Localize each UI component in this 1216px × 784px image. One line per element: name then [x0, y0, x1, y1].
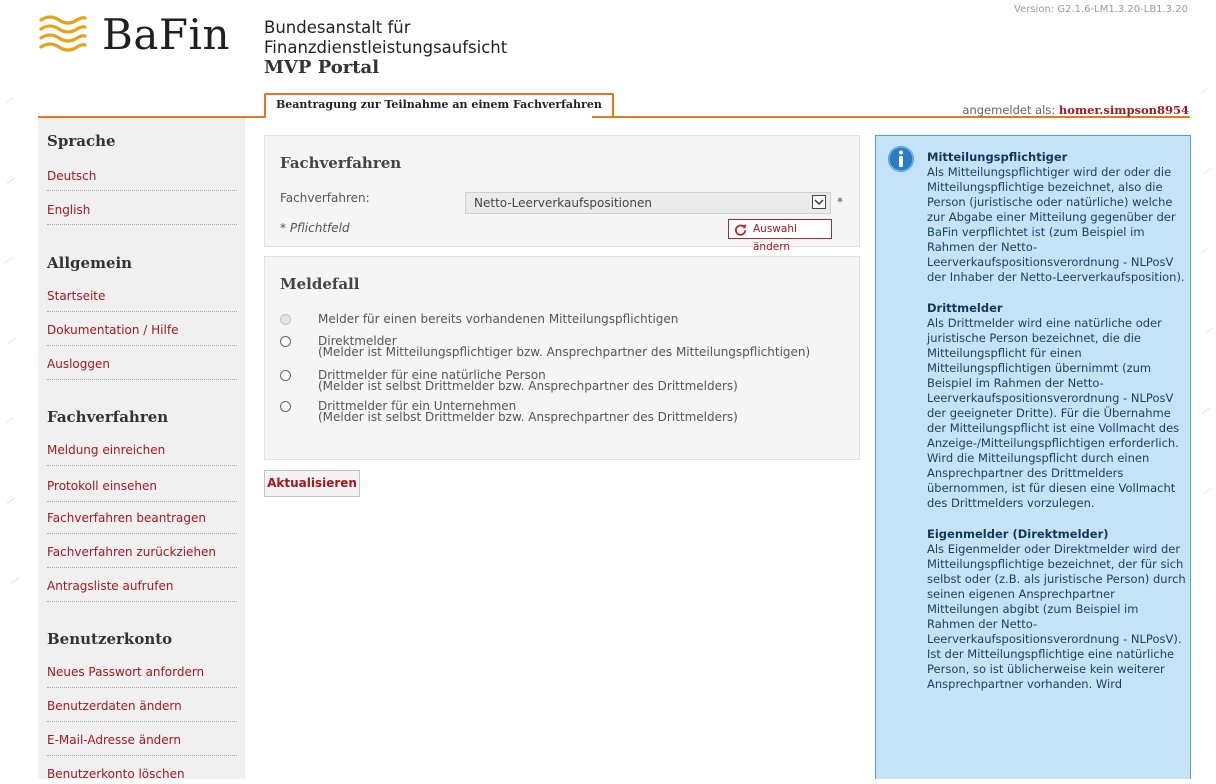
sidebar-section-allgemein: Allgemein — [47, 254, 133, 272]
organization-title: Bundesanstalt für Finanzdienstleistungsa… — [264, 18, 507, 78]
sidebar-item-protokoll-einsehen[interactable]: Protokoll einsehen — [47, 476, 237, 496]
info-text-drittmelder: Als Drittmelder wird eine natürliche ode… — [927, 316, 1180, 510]
option-drittmelder-unternehmen: Drittmelder für ein Unternehmen (Melder … — [318, 399, 738, 424]
required-note: * Pflichtfeld — [280, 221, 350, 235]
sidebar-section-sprache: Sprache — [47, 132, 116, 150]
sidebar-section-benutzerkonto: Benutzerkonto — [47, 630, 173, 648]
info-text-mitteilungspflichtiger: Als Mitteilungspflichtiger wird der oder… — [927, 165, 1185, 284]
fachverfahren-panel: Fachverfahren Fachverfahren: Netto-Leerv… — [264, 135, 860, 253]
chevron-down-icon[interactable] — [812, 195, 826, 209]
portal-name: MVP Portal — [264, 57, 380, 78]
fachverfahren-selected-value: Netto-Leerverkaufspositionen — [474, 196, 652, 210]
logged-in-label: angemeldet als: — [962, 103, 1056, 117]
info-icon — [888, 146, 914, 172]
sidebar-item-fachverfahren-beantragen[interactable]: Fachverfahren beantragen — [47, 508, 237, 528]
change-selection-button[interactable]: Auswahl ändern — [728, 219, 832, 253]
update-button[interactable]: Aktualisieren — [264, 470, 360, 497]
fachverfahren-select[interactable]: Netto-Leerverkaufspositionen — [465, 192, 831, 214]
info-text-eigenmelder: Als Eigenmelder oder Direktmelder wird d… — [927, 542, 1186, 691]
login-status: angemeldet als: homer.simpson8954 — [962, 103, 1189, 117]
change-selection-label: Auswahl ändern — [753, 223, 797, 253]
org-line-2: Finanzdienstleistungsaufsicht — [264, 38, 508, 57]
sidebar-section-fachverfahren: Fachverfahren — [47, 408, 169, 426]
sidebar-item-fachverfahren-zurueckziehen[interactable]: Fachverfahren zurückziehen — [47, 542, 237, 562]
fachverfahren-title: Fachverfahren — [280, 154, 402, 172]
sidebar-item-deutsch[interactable]: Deutsch — [47, 166, 237, 186]
tab-beantragung[interactable]: Beantragung zur Teilnahme an einem Fachv… — [264, 93, 614, 116]
bafin-waves-icon — [39, 15, 87, 52]
fachverfahren-label: Fachverfahren: — [280, 191, 370, 205]
version-info: Version: G2.1.6-LM1.3.20-LB1.3.20 — [1014, 4, 1188, 15]
sidebar-item-startseite[interactable]: Startseite — [47, 286, 237, 306]
meldefall-panel: Meldefall Melder für einen bereits vorha… — [264, 256, 860, 460]
sidebar-item-neues-passwort[interactable]: Neues Passwort anfordern — [47, 662, 237, 682]
option-bestehender-melder: Melder für einen bereits vorhandenen Mit… — [318, 312, 679, 326]
sidebar-item-dokumentation[interactable]: Dokumentation / Hilfe — [47, 320, 237, 340]
required-marker: * — [837, 195, 843, 209]
sidebar-item-antragsliste[interactable]: Antragsliste aufrufen — [47, 576, 237, 596]
sidebar-item-english[interactable]: English — [47, 200, 237, 220]
sidebar-item-email-aendern[interactable]: E-Mail-Adresse ändern — [47, 730, 237, 750]
info-panel: Mitteilungspflichtiger Als Mitteilungspf… — [875, 135, 1191, 779]
info-heading-mitteilungspflichtiger: Mitteilungspflichtiger — [927, 150, 1068, 164]
logo-text: BaFin — [102, 10, 231, 59]
sidebar-item-benutzerdaten[interactable]: Benutzerdaten ändern — [47, 696, 237, 716]
username-link[interactable]: homer.simpson8954 — [1059, 103, 1189, 117]
sidebar-item-ausloggen[interactable]: Ausloggen — [47, 354, 237, 374]
info-heading-drittmelder: Drittmelder — [927, 301, 1003, 315]
refresh-icon — [734, 224, 747, 236]
radio-bestehender-melder[interactable] — [280, 314, 291, 325]
sidebar-item-meldung-einreichen[interactable]: Meldung einreichen — [47, 440, 237, 460]
info-heading-eigenmelder: Eigenmelder (Direktmelder) — [927, 527, 1109, 541]
sidebar-item-konto-loeschen[interactable]: Benutzerkonto löschen — [47, 764, 237, 784]
radio-direktmelder[interactable] — [280, 336, 291, 347]
meldefall-title: Meldefall — [280, 275, 360, 293]
option-drittmelder-person: Drittmelder für eine natürliche Person (… — [318, 368, 738, 393]
radio-drittmelder-unternehmen[interactable] — [280, 401, 291, 412]
radio-drittmelder-person[interactable] — [280, 370, 291, 381]
sidebar: Sprache Deutsch English Allgemein Starts… — [38, 118, 245, 781]
option-direktmelder: Direktmelder (Melder ist Mitteilungspfli… — [318, 334, 811, 359]
info-text: Mitteilungspflichtiger Als Mitteilungspf… — [927, 150, 1187, 708]
bafin-logo[interactable]: BaFin — [38, 12, 230, 58]
org-line-1: Bundesanstalt für — [264, 18, 411, 37]
